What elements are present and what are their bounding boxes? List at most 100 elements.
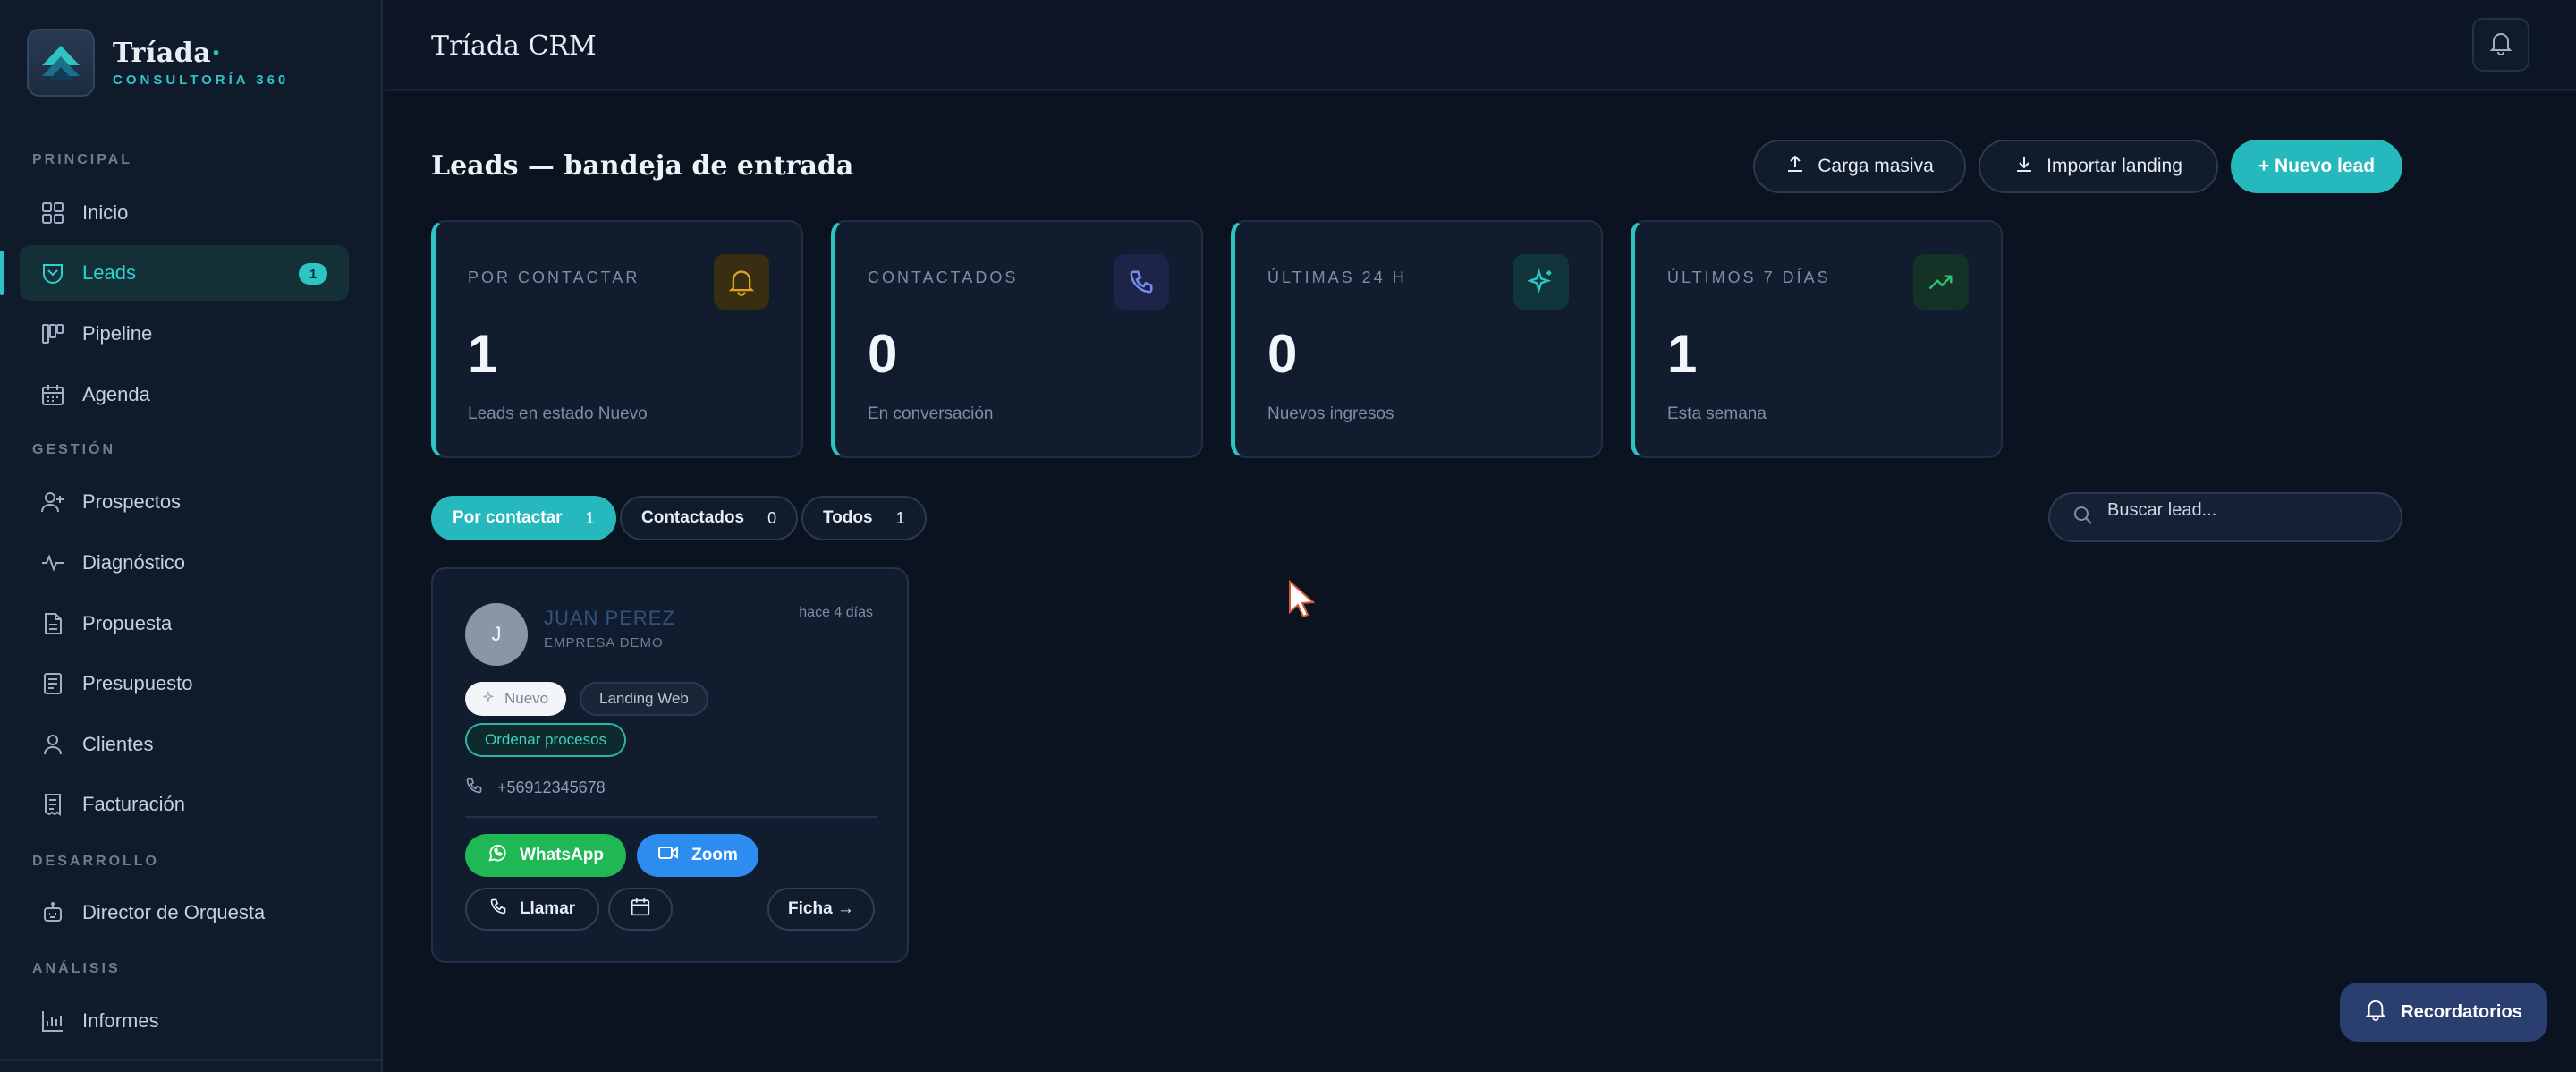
reminders-button[interactable]: Recordatorios (2340, 983, 2547, 1042)
sidebar-item-label: Agenda (82, 383, 150, 405)
notifications-button[interactable] (2472, 18, 2529, 72)
user-plus-icon (39, 489, 66, 515)
sidebar-item-label: Director de Orquesta (82, 901, 266, 923)
phone-icon (465, 777, 483, 799)
bell-icon (714, 254, 769, 310)
sparkle-icon (1513, 254, 1569, 310)
upload-icon (1785, 154, 1805, 179)
spreadsheet-icon (39, 670, 66, 697)
schedule-button[interactable] (608, 888, 673, 931)
section-principal: PRINCIPAL (32, 152, 133, 167)
sidebar-item-pipeline[interactable]: Pipeline (20, 306, 349, 362)
page-title: Leads — bandeja de entrada (431, 150, 854, 182)
download-icon (2014, 154, 2034, 179)
sidebar-item-label: Inicio (82, 201, 129, 224)
leads-count-badge: 1 (299, 263, 327, 285)
bulk-upload-button[interactable]: Carga masiva (1753, 140, 1966, 193)
app-title: Tríada CRM (431, 30, 597, 62)
stat-subtitle: Leads en estado Nuevo (468, 404, 648, 423)
section-gestion: GESTIÓN (32, 442, 116, 457)
search-box[interactable] (2048, 492, 2402, 542)
sparkle-icon (482, 690, 496, 708)
whatsapp-button[interactable]: WhatsApp (465, 834, 626, 877)
filter-por-contactar[interactable]: Por contactar 1 (431, 496, 616, 540)
stat-value: 0 (1267, 324, 1298, 384)
sidebar-item-label: Facturación (82, 793, 185, 815)
lead-company: EMPRESA DEMO (544, 635, 664, 651)
sidebar-item-label: Informes (82, 1009, 159, 1032)
new-lead-button[interactable]: + Nuevo lead (2231, 140, 2402, 193)
brand-name: Tríada (113, 38, 212, 69)
sidebar-item-label: Propuesta (82, 612, 173, 634)
video-icon (657, 844, 679, 867)
avatar: J (465, 603, 528, 666)
lead-name[interactable]: JUAN PEREZ (544, 607, 675, 630)
robot-icon (39, 899, 66, 926)
stat-subtitle: Esta semana (1667, 404, 1767, 423)
card-divider (465, 816, 877, 818)
sidebar-item-label: Clientes (82, 733, 154, 755)
user-icon (39, 731, 66, 758)
sidebar-item-label: Prospectos (82, 490, 182, 513)
zoom-button[interactable]: Zoom (637, 834, 758, 877)
stat-value: 1 (1667, 324, 1698, 384)
bell-icon (2365, 998, 2386, 1026)
sidebar-item-propuesta[interactable]: Propuesta (20, 596, 349, 651)
lead-phone: +56912345678 (465, 777, 606, 799)
sidebar-item-diagnostico[interactable]: Diagnóstico (20, 535, 349, 591)
phone-icon (489, 898, 507, 921)
sidebar-item-label: Leads (82, 261, 136, 284)
bar-chart-icon (39, 1008, 66, 1034)
receipt-icon (39, 791, 66, 818)
calendar-icon (39, 381, 66, 408)
sidebar-item-prospectos[interactable]: Prospectos (20, 474, 349, 530)
sidebar-item-leads[interactable]: Leads 1 (0, 245, 349, 301)
search-input[interactable] (2107, 499, 2394, 521)
stat-value: 0 (868, 324, 898, 384)
whatsapp-icon (487, 843, 507, 868)
inbox-icon (39, 259, 66, 286)
stat-subtitle: En conversación (868, 404, 994, 423)
sidebar-footer-divider (0, 1059, 383, 1072)
search-icon (2073, 506, 2093, 530)
sidebar-item-director-de-orquesta[interactable]: Director de Orquesta (20, 885, 349, 940)
stat-card-contactados: CONTACTADOS 0 En conversación (831, 220, 1203, 458)
import-landing-button[interactable]: Importar landing (1979, 140, 2218, 193)
brand-subtitle: CONSULTORÍA 360 (113, 72, 290, 88)
status-badge: Nuevo (465, 682, 567, 716)
interest-badge: Ordenar procesos (465, 723, 627, 757)
stat-card-ultimas-24h: ÚLTIMAS 24 H 0 Nuevos ingresos (1231, 220, 1603, 458)
triada-logo (27, 29, 95, 97)
kanban-icon (39, 320, 66, 347)
lead-time: hace 4 días (799, 605, 873, 620)
sidebar: Tríada· CONSULTORÍA 360 PRINCIPAL Inicio… (0, 0, 383, 1072)
filter-todos[interactable]: Todos 1 (801, 496, 927, 540)
call-button[interactable]: Llamar (465, 888, 599, 931)
mouse-cursor-icon (1288, 579, 1316, 624)
brand[interactable]: Tríada· CONSULTORÍA 360 (27, 29, 289, 97)
topbar: Tríada CRM (385, 0, 2576, 91)
stat-value: 1 (468, 324, 498, 384)
activity-icon (39, 549, 66, 576)
stat-subtitle: Nuevos ingresos (1267, 404, 1394, 423)
dashboard-icon (39, 200, 66, 226)
lead-card[interactable]: J JUAN PEREZ EMPRESA DEMO hace 4 días Nu… (431, 567, 909, 963)
section-desarrollo: DESARROLLO (32, 854, 159, 869)
phone-icon (1114, 254, 1169, 310)
filter-contactados[interactable]: Contactados 0 (620, 496, 799, 540)
lead-detail-button[interactable]: Ficha → (767, 888, 875, 931)
source-badge: Landing Web (580, 682, 708, 716)
stat-card-ultimos-7-dias: ÚLTIMOS 7 DÍAS 1 Esta semana (1631, 220, 2003, 458)
sidebar-item-agenda[interactable]: Agenda (20, 367, 349, 422)
sidebar-item-informes[interactable]: Informes (20, 993, 349, 1049)
sidebar-item-label: Diagnóstico (82, 551, 185, 574)
calendar-icon (631, 897, 650, 922)
sidebar-item-facturacion[interactable]: Facturación (20, 777, 349, 832)
stat-card-por-contactar: POR CONTACTAR 1 Leads en estado Nuevo (431, 220, 803, 458)
trending-up-icon (1913, 254, 1969, 310)
section-analisis: ANÁLISIS (32, 961, 121, 976)
sidebar-item-presupuesto[interactable]: Presupuesto (20, 656, 349, 711)
sidebar-item-label: Pipeline (82, 322, 153, 345)
sidebar-item-clientes[interactable]: Clientes (20, 717, 349, 772)
sidebar-item-inicio[interactable]: Inicio (20, 185, 349, 241)
